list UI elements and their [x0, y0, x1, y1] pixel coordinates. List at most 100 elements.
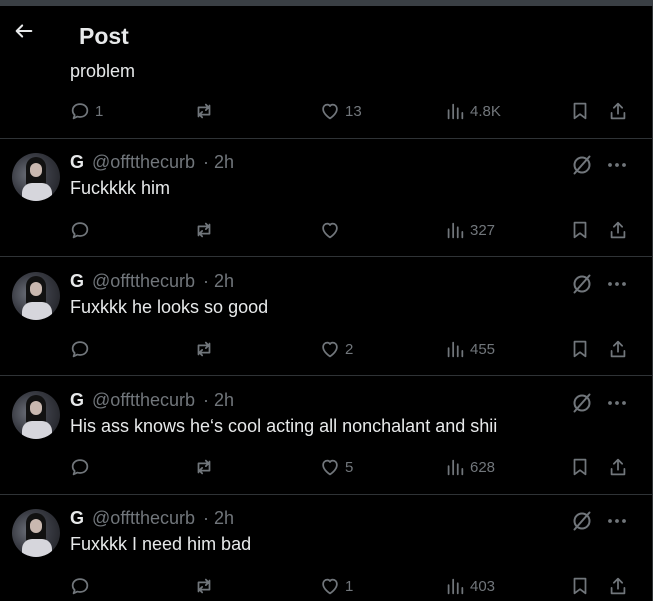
share-upload-icon — [610, 458, 626, 476]
like-button[interactable]: 2 — [319, 335, 353, 363]
heart-icon — [322, 103, 338, 120]
bar-chart-icon — [447, 578, 464, 595]
share-button[interactable] — [607, 335, 629, 363]
bookmark-button[interactable] — [569, 453, 591, 481]
bookmark-button[interactable] — [569, 335, 591, 363]
views-button[interactable]: 403 — [444, 572, 495, 600]
bar-chart-icon — [447, 459, 464, 476]
like-button[interactable]: 1 — [319, 572, 353, 600]
bar-chart-icon — [447, 103, 464, 120]
display-name[interactable]: G — [70, 152, 84, 172]
display-name[interactable]: G — [70, 508, 84, 528]
speech-bubble-icon — [71, 578, 89, 595]
reply-button[interactable] — [69, 335, 91, 363]
reply-count: 1 — [95, 102, 104, 120]
post-text: His ass knows he‘s cool acting all nonch… — [70, 416, 498, 436]
view-count: 327 — [470, 221, 496, 239]
reply-button[interactable] — [69, 453, 91, 481]
post-header: G @offtthecurb · 2h — [70, 271, 234, 292]
repost-button[interactable] — [193, 572, 215, 600]
share-upload-icon — [610, 340, 626, 358]
post-time[interactable]: · 2h — [203, 390, 234, 410]
reply-button[interactable] — [69, 216, 91, 244]
heart-icon — [322, 459, 338, 476]
post-time[interactable]: · 2h — [203, 152, 234, 172]
like-button[interactable]: 13 — [319, 97, 362, 125]
page-header: Post — [0, 6, 652, 64]
repost-arrows-icon — [197, 341, 211, 357]
reply-button[interactable]: 1 — [69, 97, 103, 125]
share-button[interactable] — [607, 572, 629, 600]
reply-actions: 327 — [0, 216, 652, 244]
repost-button[interactable] — [193, 97, 215, 125]
bar-chart-icon — [447, 341, 464, 358]
repost-arrows-icon — [197, 103, 211, 119]
bookmark-button[interactable] — [569, 97, 591, 125]
avatar[interactable] — [12, 509, 60, 557]
repost-arrows-icon — [197, 459, 211, 475]
view-count: 455 — [470, 340, 496, 358]
post-header: G @offtthecurb · 2h — [70, 508, 234, 529]
like-count: 13 — [345, 102, 362, 120]
repost-button[interactable] — [193, 335, 215, 363]
bookmark-icon — [573, 102, 587, 120]
display-name[interactable]: G — [70, 271, 84, 291]
like-button[interactable]: 5 — [319, 453, 353, 481]
reply-actions: 5 628 — [0, 453, 652, 481]
previous-post-text: problem — [70, 61, 136, 81]
bookmark-button[interactable] — [569, 216, 591, 244]
share-upload-icon — [610, 577, 626, 595]
bookmark-icon — [573, 458, 587, 476]
display-name[interactable]: G — [70, 390, 84, 410]
share-upload-icon — [610, 102, 626, 120]
post-text: Fuxkkk he looks so good — [70, 297, 269, 317]
user-handle[interactable]: @offtthecurb — [92, 508, 195, 528]
views-button[interactable]: 628 — [444, 453, 495, 481]
share-button[interactable] — [607, 97, 629, 125]
post-time[interactable]: · 2h — [203, 271, 234, 291]
ellipsis-icon[interactable] — [606, 156, 628, 174]
user-handle[interactable]: @offtthecurb — [92, 152, 195, 172]
ellipsis-icon[interactable] — [606, 394, 628, 412]
views-button[interactable]: 455 — [444, 335, 495, 363]
repost-arrows-icon — [197, 578, 211, 594]
like-button[interactable] — [319, 216, 341, 244]
post-time[interactable]: · 2h — [203, 508, 234, 528]
share-button[interactable] — [607, 216, 629, 244]
share-button[interactable] — [607, 453, 629, 481]
ellipsis-icon[interactable] — [606, 512, 628, 530]
heart-icon — [322, 341, 338, 358]
grok-slash-circle-icon[interactable] — [570, 391, 594, 415]
avatar[interactable] — [12, 272, 60, 320]
arrow-left-icon — [15, 24, 33, 38]
avatar[interactable] — [12, 153, 60, 201]
user-handle[interactable]: @offtthecurb — [92, 271, 195, 291]
post-header: G @offtthecurb · 2h — [70, 390, 234, 411]
reply-actions: 2 455 — [0, 335, 652, 363]
grok-slash-circle-icon[interactable] — [570, 272, 594, 296]
repost-button[interactable] — [193, 216, 215, 244]
user-handle[interactable]: @offtthecurb — [92, 390, 195, 410]
back-button[interactable] — [7, 14, 41, 48]
page-title: Post — [79, 23, 129, 49]
reply-button[interactable] — [69, 572, 91, 600]
ellipsis-icon[interactable] — [606, 275, 628, 293]
views-button[interactable]: 327 — [444, 216, 495, 244]
bookmark-button[interactable] — [569, 572, 591, 600]
grok-slash-circle-icon[interactable] — [570, 509, 594, 533]
speech-bubble-icon — [71, 459, 89, 476]
speech-bubble-icon — [71, 222, 89, 239]
bar-chart-icon — [447, 222, 464, 239]
speech-bubble-icon — [71, 341, 89, 358]
like-count: 5 — [345, 458, 354, 476]
heart-icon — [322, 222, 338, 239]
grok-slash-circle-icon[interactable] — [570, 153, 594, 177]
avatar[interactable] — [12, 391, 60, 439]
views-button[interactable]: 4.8K — [444, 97, 501, 125]
bookmark-icon — [573, 577, 587, 595]
heart-icon — [322, 578, 338, 595]
repost-button[interactable] — [193, 453, 215, 481]
share-upload-icon — [610, 221, 626, 239]
view-count: 403 — [470, 577, 496, 595]
view-count: 628 — [470, 458, 496, 476]
